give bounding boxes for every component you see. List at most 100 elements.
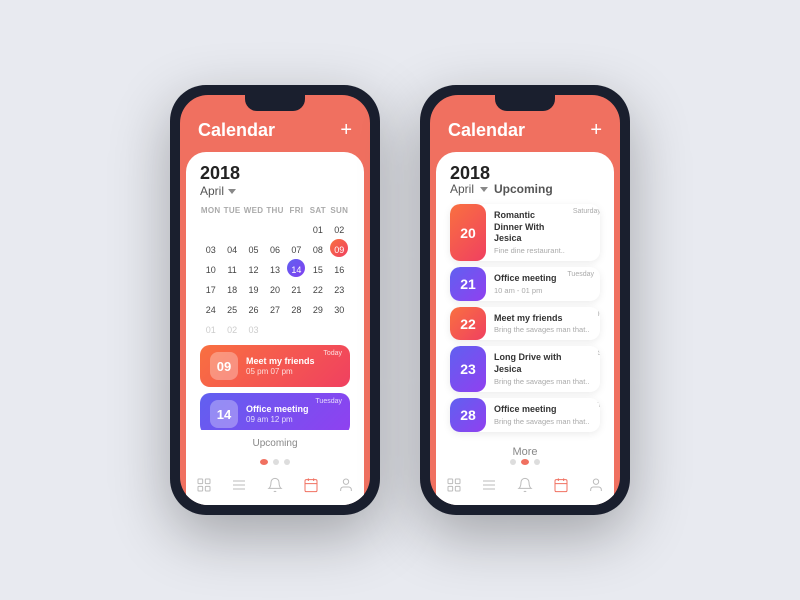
event-date-num: 22 [460, 316, 476, 332]
day-cell[interactable] [264, 219, 285, 237]
event-card-1[interactable]: 09 Meet my friends 05 pm 07 pm Today [200, 345, 350, 387]
nav2-person-icon[interactable] [586, 475, 606, 495]
day-cell[interactable] [200, 219, 221, 237]
day-cell [329, 319, 350, 337]
day-cell[interactable]: 04 [221, 239, 242, 257]
month-dropdown-icon[interactable] [228, 189, 236, 194]
dot-2[interactable] [273, 459, 279, 465]
nav-person-icon[interactable] [336, 475, 356, 495]
phone1-add-button[interactable]: + [340, 119, 352, 142]
day-cell [286, 319, 307, 337]
day-headers: MON TUE WED THU FRI SAT SUN [200, 206, 350, 215]
event-date-num: 23 [460, 361, 476, 377]
event-info: Meet my friends 05 pm 07 pm [246, 356, 340, 377]
event-date-num: 20 [460, 225, 476, 241]
day-cell[interactable]: 02 [221, 319, 242, 337]
day-cell[interactable]: 25 [221, 299, 242, 317]
day-cell[interactable]: 20 [264, 279, 285, 297]
day-cell[interactable]: 05 [243, 239, 264, 257]
day-cell[interactable]: 28 [286, 299, 307, 317]
upcoming-event-5[interactable]: 28 Office meeting Bring the savages man … [450, 398, 600, 432]
event-body: Office meeting Bring the savages man tha… [486, 398, 597, 432]
upcoming-event-4[interactable]: 23 Long Drive with Jesica Bring the sava… [450, 346, 600, 391]
page-dots-2 [436, 455, 614, 469]
day-cell[interactable]: 16 [329, 259, 350, 277]
day-cell[interactable]: 03 [243, 319, 264, 337]
event-body: Romantic Dinner With Jesica Fine dine re… [486, 204, 573, 261]
ev-title: Long Drive with Jesica [494, 352, 589, 375]
nav2-bell-icon[interactable] [515, 475, 535, 495]
day-cell[interactable]: 03 [200, 239, 221, 257]
event-body: Meet my friends Bring the savages man th… [486, 307, 597, 341]
day-cell[interactable]: 08 [307, 239, 328, 257]
day-cell[interactable]: 10 [200, 259, 221, 277]
phone-1: Calendar + 2018 April MON TUE WED THU [170, 85, 380, 515]
day-cell-today[interactable]: 09 [329, 239, 350, 257]
day-cell[interactable]: 17 [200, 279, 221, 297]
day-cell[interactable]: 07 [286, 239, 307, 257]
upcoming-event-2[interactable]: 21 Office meeting 10 am - 01 pm Tuesday [450, 267, 600, 301]
day-cell[interactable]: 19 [243, 279, 264, 297]
day-cell[interactable]: 15 [307, 259, 328, 277]
dot2-3[interactable] [534, 459, 540, 465]
nav-bell-icon[interactable] [265, 475, 285, 495]
day-cell[interactable]: 18 [221, 279, 242, 297]
upcoming-event-1[interactable]: 20 Romantic Dinner With Jesica Fine dine… [450, 204, 600, 261]
upcoming-event-3[interactable]: 22 Meet my friends Bring the savages man… [450, 307, 600, 341]
day-cell[interactable]: 27 [264, 299, 285, 317]
phone1-month: April [200, 184, 224, 198]
ev-title: Office meeting [494, 273, 559, 285]
day-cell[interactable]: 01 [307, 219, 328, 237]
dot-1[interactable] [260, 459, 268, 465]
phone2-year: 2018 [450, 164, 600, 182]
day-cell[interactable] [243, 219, 264, 237]
phone1-upcoming-label: Upcoming [186, 430, 364, 455]
phone2-add-button[interactable]: + [590, 119, 602, 142]
upcoming-events-list: 20 Romantic Dinner With Jesica Fine dine… [450, 204, 600, 438]
nav2-list-icon[interactable] [479, 475, 499, 495]
day-cell[interactable] [286, 219, 307, 237]
event-body: Long Drive with Jesica Bring the savages… [486, 346, 597, 391]
phone1-card: 2018 April MON TUE WED THU FRI SAT SUN [186, 152, 364, 505]
ev-day: Sunday [597, 346, 600, 391]
event-date-badge: 14 [210, 400, 238, 428]
dot-3[interactable] [284, 459, 290, 465]
phone-2: Calendar + 2018 April Upcoming 20 [420, 85, 630, 515]
day-cell[interactable]: 22 [307, 279, 328, 297]
nav-grid-icon[interactable] [194, 475, 214, 495]
ev-sub: Bring the savages man that.. [494, 377, 589, 386]
nav2-grid-icon[interactable] [444, 475, 464, 495]
day-cell[interactable]: 13 [264, 259, 285, 277]
nav-list-icon[interactable] [229, 475, 249, 495]
ev-day: Saturday [573, 204, 600, 261]
event-date-block: 22 [450, 307, 486, 341]
day-cell[interactable]: 30 [329, 299, 350, 317]
day-cell[interactable]: 21 [286, 279, 307, 297]
day-cell-selected[interactable]: 14 [286, 259, 307, 277]
day-cell[interactable]: 01 [200, 319, 221, 337]
day-cell[interactable]: 06 [264, 239, 285, 257]
ev-sub: Bring the savages man that.. [494, 417, 589, 426]
month2-dropdown-icon[interactable] [480, 187, 488, 192]
ev-sub: Fine dine restaurant.. [494, 246, 565, 255]
dot2-1[interactable] [510, 459, 516, 465]
day-cell[interactable]: 12 [243, 259, 264, 277]
day-cell[interactable] [221, 219, 242, 237]
ev-day: Tuesday [567, 267, 600, 301]
event-card-2[interactable]: 14 Office meeting 09 am 12 pm Tuesday [200, 393, 350, 430]
phone1-year: 2018 [200, 164, 350, 182]
day-cell[interactable]: 29 [307, 299, 328, 317]
day-cell[interactable]: 24 [200, 299, 221, 317]
day-cell[interactable]: 23 [329, 279, 350, 297]
event-date-block: 28 [450, 398, 486, 432]
day-cell[interactable]: 26 [243, 299, 264, 317]
notch-1 [245, 95, 305, 111]
dot2-2[interactable] [521, 459, 529, 465]
nav2-calendar-icon[interactable] [551, 475, 571, 495]
ev-day: Tuesday [597, 398, 600, 432]
ev-title: Office meeting [494, 404, 589, 416]
nav-calendar-icon[interactable] [301, 475, 321, 495]
more-button[interactable]: More [450, 438, 600, 456]
day-cell[interactable]: 11 [221, 259, 242, 277]
day-cell[interactable]: 02 [329, 219, 350, 237]
